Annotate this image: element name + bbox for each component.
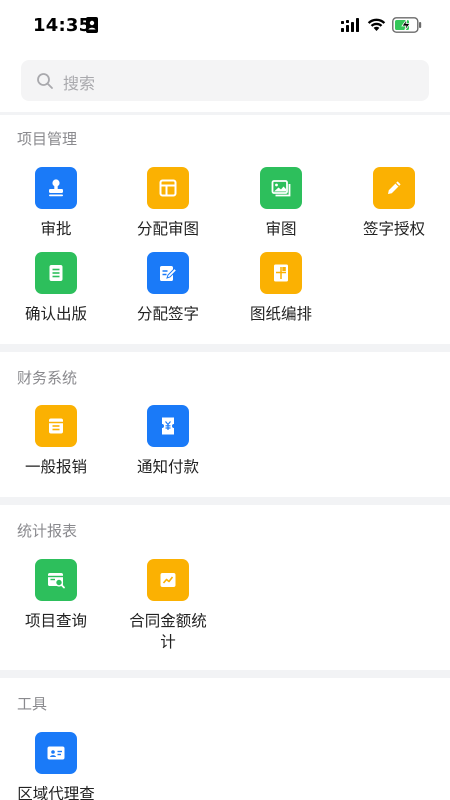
yuan-ticket-icon bbox=[147, 405, 189, 447]
divider bbox=[0, 112, 450, 115]
drawing-icon bbox=[260, 252, 302, 294]
app-item-label: 一般报销 bbox=[24, 458, 87, 476]
section-title-finance: 财务系统 bbox=[17, 369, 78, 387]
section-divider bbox=[0, 670, 450, 678]
status-time: 14:35 bbox=[33, 15, 92, 36]
app-item-project-query[interactable]: 项目查询 bbox=[1, 559, 111, 649]
section-title-reports: 统计报表 bbox=[17, 522, 78, 540]
app-item-label: 通知付款 bbox=[136, 458, 199, 476]
search-input[interactable]: 搜索 bbox=[21, 60, 429, 101]
layout-icon bbox=[147, 167, 189, 209]
search-placeholder: 搜索 bbox=[63, 74, 96, 93]
stamp-icon bbox=[35, 167, 77, 209]
search-icon bbox=[37, 73, 53, 89]
section-divider bbox=[0, 497, 450, 505]
app-item-contract-stats[interactable]: 合同金额统计 bbox=[113, 559, 223, 651]
receipt-icon bbox=[35, 405, 77, 447]
app-item-label: 合同金额统计 bbox=[129, 612, 207, 651]
app-item-review-drawing[interactable]: 审图 bbox=[226, 167, 336, 257]
wifi-icon bbox=[367, 18, 386, 31]
app-item-drawing-layout[interactable]: 图纸编排 bbox=[226, 252, 336, 342]
app-item-label: 签字授权 bbox=[362, 220, 425, 238]
app-item-reimbursement[interactable]: 一般报销 bbox=[1, 405, 111, 495]
app-item-regional-agent-query[interactable]: 区域代理查 bbox=[1, 732, 111, 800]
app-item-sign-authorize[interactable]: 签字授权 bbox=[339, 167, 449, 257]
app-item-label: 审批 bbox=[40, 220, 72, 238]
id-card-icon bbox=[35, 732, 77, 774]
app-item-assign-review[interactable]: 分配审图 bbox=[113, 167, 223, 257]
app-item-approve[interactable]: 审批 bbox=[1, 167, 111, 257]
pen-icon bbox=[373, 167, 415, 209]
battery-charging-icon bbox=[392, 17, 422, 33]
app-item-assign-signature[interactable]: 分配签字 bbox=[113, 252, 223, 342]
search-doc-icon bbox=[35, 559, 77, 601]
status-bar: 14:35 bbox=[0, 0, 450, 52]
signal-icon bbox=[341, 18, 359, 32]
section-title-tools: 工具 bbox=[17, 695, 48, 713]
list-doc-icon bbox=[35, 252, 77, 294]
app-item-payment-notice[interactable]: 通知付款 bbox=[113, 405, 223, 495]
id-badge-icon bbox=[86, 17, 98, 33]
app-item-label: 项目查询 bbox=[24, 612, 87, 630]
image-icon bbox=[260, 167, 302, 209]
app-item-label: 审图 bbox=[265, 220, 297, 238]
app-item-label: 确认出版 bbox=[24, 305, 87, 323]
app-item-label: 分配审图 bbox=[136, 220, 199, 238]
section-divider bbox=[0, 344, 450, 352]
section-title-project: 项目管理 bbox=[17, 130, 78, 148]
app-item-label: 区域代理查 bbox=[17, 785, 95, 800]
trend-chart-icon bbox=[147, 559, 189, 601]
app-item-label: 图纸编排 bbox=[249, 305, 312, 323]
sign-edit-icon bbox=[147, 252, 189, 294]
app-item-confirm-publish[interactable]: 确认出版 bbox=[1, 252, 111, 342]
app-item-label: 分配签字 bbox=[136, 305, 199, 323]
